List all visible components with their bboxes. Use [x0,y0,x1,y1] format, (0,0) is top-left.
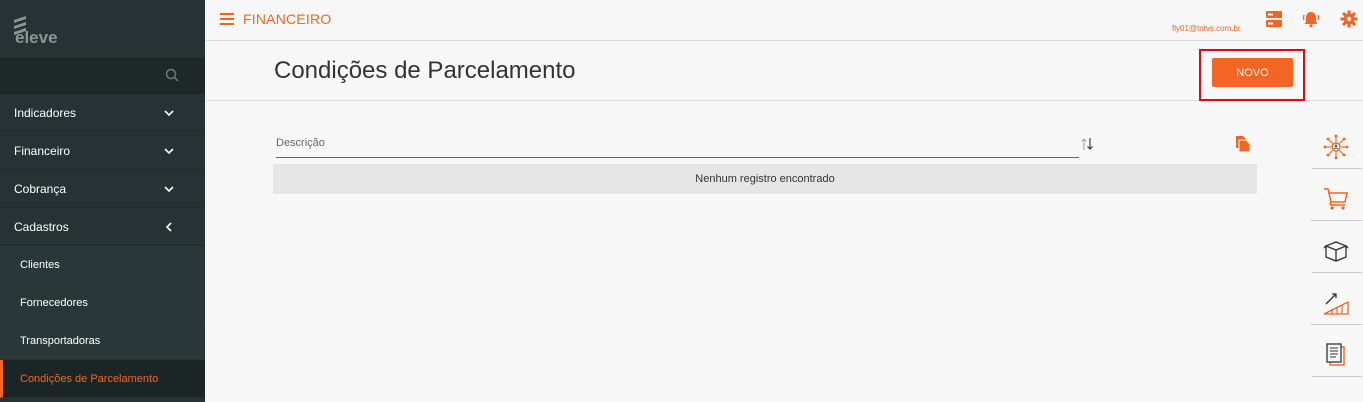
bell-icon[interactable] [1302,10,1320,28]
column-header-underline [276,157,1079,158]
box-button[interactable] [1310,229,1362,273]
document-icon [1326,342,1345,366]
sidebar-item-indicadores[interactable]: Indicadores [0,94,205,132]
box-icon [1323,240,1349,262]
sidebar-item-label: Financeiro [14,143,71,158]
sidebar: eleve Indicadores Financeiro Cobrança Ca… [0,0,205,402]
data-table: Descrição Nenhum registro encontrado [273,130,1257,194]
logo[interactable]: eleve [0,0,205,58]
sidebar-item-label: Cadastros [14,219,69,234]
column-header-label: Descrição [276,137,325,149]
sidebar-subitem-label: Transportadoras [20,334,101,347]
user-email[interactable]: fly01@totvs.com.br [1172,24,1241,33]
svg-text:eleve: eleve [15,28,58,46]
sidebar-subitem-transportadoras[interactable]: Transportadoras [0,322,205,360]
network-icon [1323,134,1349,159]
sidebar-item-label: Cobrança [14,181,67,196]
sidebar-item-cadastros[interactable]: Cadastros [0,208,205,246]
sidebar-subitem-label: Clientes [20,258,60,271]
sidebar-item-financeiro[interactable]: Financeiro [0,132,205,170]
new-button[interactable]: NOVO [1212,58,1293,87]
column-header-descricao[interactable]: Descrição [273,130,1257,158]
cart-button[interactable] [1310,177,1362,221]
chevron-down-icon [163,183,175,195]
page-title: Condições de Parcelamento [274,57,576,84]
page-header: Condições de Parcelamento NOVO [205,41,1363,101]
empty-message: Nenhum registro encontrado [273,164,1257,194]
chevron-down-icon [163,107,175,119]
sidebar-subitem-label: Condições de Parcelamento [20,372,159,385]
sidebar-search[interactable] [0,58,205,94]
gear-icon[interactable] [1340,10,1358,28]
server-icon[interactable] [1265,10,1283,28]
module-title: FINANCEIRO [243,11,332,27]
chevron-left-icon [163,221,175,233]
document-button[interactable] [1310,333,1362,377]
sidebar-item-label: Indicadores [14,105,77,120]
network-button[interactable] [1310,125,1362,169]
copy-icon[interactable] [1235,135,1251,153]
sidebar-subitem-fornecedores[interactable]: Fornecedores [0,284,205,322]
sidebar-subitem-condicoes-parcelamento[interactable]: Condições de Parcelamento [0,360,205,398]
topbar: FINANCEIRO fly01@totvs.com.br [205,0,1363,41]
growth-chart-icon [1323,292,1349,315]
sidebar-subitem-label: Fornecedores [20,296,88,309]
growth-chart-button[interactable] [1310,281,1362,325]
cart-icon [1324,187,1348,210]
chevron-down-icon [163,145,175,157]
sort-icon[interactable] [1080,137,1094,151]
search-icon[interactable] [165,68,179,82]
eleve-logo-icon: eleve [14,16,58,46]
side-panel [1306,125,1363,385]
menu-icon[interactable] [220,13,234,25]
sidebar-item-cobranca[interactable]: Cobrança [0,170,205,208]
sidebar-subitem-clientes[interactable]: Clientes [0,246,205,284]
